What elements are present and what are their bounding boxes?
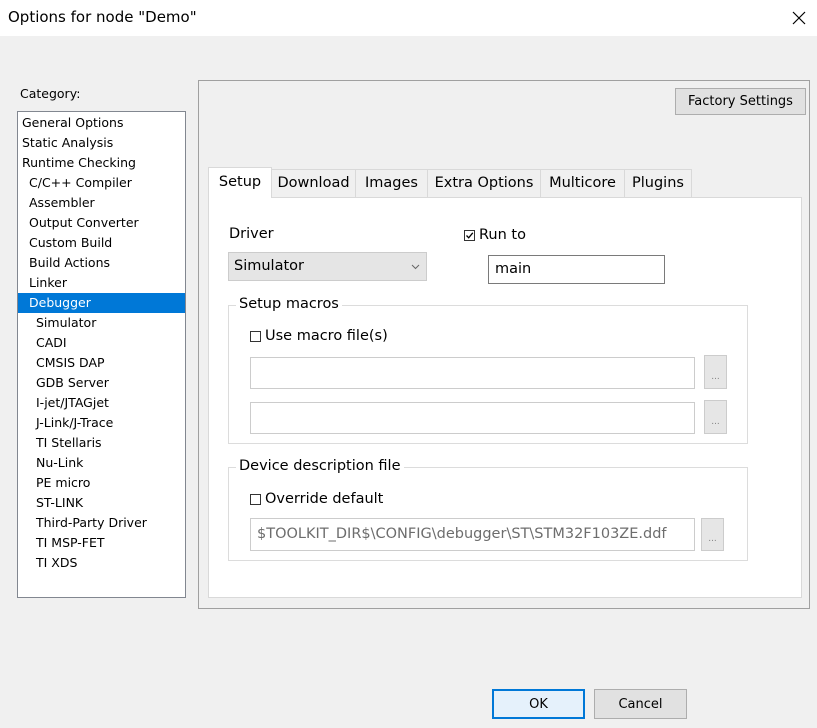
factory-settings-button[interactable]: Factory Settings (675, 88, 806, 115)
category-item-general-options[interactable]: General Options (18, 113, 185, 133)
device-file-input[interactable]: $TOOLKIT_DIR$\CONFIG\debugger\ST\STM32F1… (250, 518, 695, 551)
category-item-simulator[interactable]: Simulator (18, 313, 185, 333)
override-default-label: Override default (265, 491, 384, 507)
category-item-cadi[interactable]: CADI (18, 333, 185, 353)
tab-download[interactable]: Download (271, 169, 356, 198)
run-to-label: Run to (479, 227, 526, 243)
macro-file-input-2[interactable] (250, 402, 695, 434)
category-item-static-analysis[interactable]: Static Analysis (18, 133, 185, 153)
tab-images[interactable]: Images (355, 169, 428, 198)
tab-multicore[interactable]: Multicore (540, 169, 625, 198)
ok-button[interactable]: OK (492, 689, 585, 719)
setup-macros-title: Setup macros (236, 296, 342, 312)
use-macro-check-icon (250, 331, 261, 342)
category-item-output-converter[interactable]: Output Converter (18, 213, 185, 233)
driver-label: Driver (229, 226, 274, 242)
category-item-cmsis-dap[interactable]: CMSIS DAP (18, 353, 185, 373)
title-bar: Options for node "Demo" (0, 0, 817, 36)
use-macro-checkbox[interactable] (250, 331, 261, 346)
category-item-ti-stellaris[interactable]: TI Stellaris (18, 433, 185, 453)
cancel-button[interactable]: Cancel (594, 689, 687, 719)
macro-file-input-1[interactable] (250, 357, 695, 389)
category-item-debugger[interactable]: Debugger (18, 293, 185, 313)
category-item-build-actions[interactable]: Build Actions (18, 253, 185, 273)
macro-browse-button-2[interactable]: ... (704, 400, 727, 434)
category-item-c-c-compiler[interactable]: C/C++ Compiler (18, 173, 185, 193)
category-item-gdb-server[interactable]: GDB Server (18, 373, 185, 393)
category-item-assembler[interactable]: Assembler (18, 193, 185, 213)
category-item-j-link-j-trace[interactable]: J-Link/J-Trace (18, 413, 185, 433)
override-check-icon (250, 494, 261, 505)
category-item-nu-link[interactable]: Nu-Link (18, 453, 185, 473)
category-item-third-party-driver[interactable]: Third-Party Driver (18, 513, 185, 533)
close-button[interactable] (781, 0, 817, 36)
category-item-ti-xds[interactable]: TI XDS (18, 553, 185, 573)
category-item-custom-build[interactable]: Custom Build (18, 233, 185, 253)
category-item-runtime-checking[interactable]: Runtime Checking (18, 153, 185, 173)
driver-select-value: Simulator (234, 258, 304, 274)
chevron-down-icon (411, 253, 420, 280)
tab-extra-options[interactable]: Extra Options (427, 169, 541, 198)
device-description-title: Device description file (236, 458, 404, 474)
category-label: Category: (20, 86, 81, 101)
override-default-checkbox[interactable] (250, 494, 261, 509)
close-icon (792, 11, 806, 25)
tab-setup[interactable]: Setup (208, 167, 272, 198)
category-item-pe-micro[interactable]: PE micro (18, 473, 185, 493)
category-item-ti-msp-fet[interactable]: TI MSP-FET (18, 533, 185, 553)
run-to-checkbox[interactable] (464, 230, 475, 245)
category-list[interactable]: General Options Static Analysis Runtime Ch… (17, 111, 186, 598)
tab-plugins[interactable]: Plugins (624, 169, 692, 198)
use-macro-label: Use macro file(s) (265, 328, 388, 344)
driver-select[interactable]: Simulator (228, 252, 427, 281)
category-item-i-jet-jtagjet[interactable]: I-jet/JTAGjet (18, 393, 185, 413)
device-file-browse-button[interactable]: ... (701, 518, 724, 551)
category-item-linker[interactable]: Linker (18, 273, 185, 293)
window-title: Options for node "Demo" (8, 8, 197, 26)
category-item-st-link[interactable]: ST-LINK (18, 493, 185, 513)
run-to-check-icon (464, 230, 475, 241)
run-to-input[interactable]: main (488, 255, 665, 284)
macro-browse-button-1[interactable]: ... (704, 355, 727, 389)
